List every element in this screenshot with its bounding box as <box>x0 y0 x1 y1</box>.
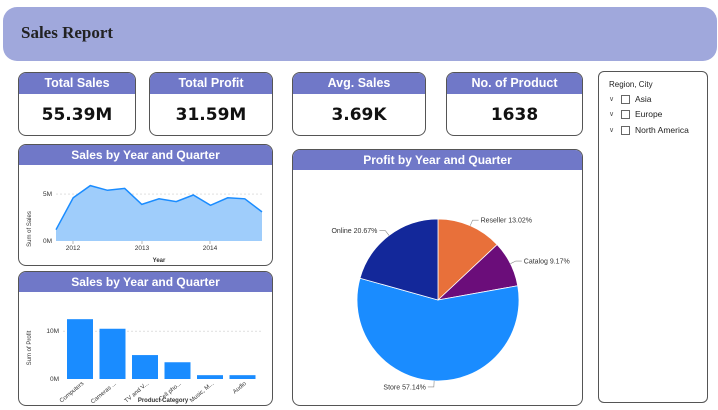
category-bar-chart-panel: Sales by Year and Quarter 0M 10M Computer… <box>18 271 273 406</box>
kpi-avg-sales: Avg. Sales 3.69K <box>292 72 426 136</box>
slicer-item-asia[interactable]: ∨ Asia <box>609 94 652 104</box>
x-tick-label: Music, M... <box>189 381 215 404</box>
x-tick-label: 2012 <box>66 245 81 252</box>
slicer-item-label: Asia <box>635 94 652 104</box>
kpi-value: 31.59M <box>175 105 247 125</box>
x-tick-label: Audio <box>232 381 248 396</box>
chart-title: Sales by Year and Quarter <box>19 145 272 165</box>
kpi-label: Total Sales <box>19 73 135 94</box>
bar[interactable] <box>229 375 256 379</box>
sales-area-chart: 0M 5M 2012 2013 2014 Sum of Sales Year <box>27 184 263 264</box>
chevron-down-icon[interactable]: ∨ <box>609 95 619 103</box>
kpi-value: 1638 <box>490 105 539 125</box>
slice-label: Store 57.14% <box>383 384 425 391</box>
slicer-item-europe[interactable]: ∨ Europe <box>609 109 662 119</box>
bar[interactable] <box>67 319 93 379</box>
slicer-item-label: Europe <box>635 109 663 119</box>
report-header: Sales Report <box>3 7 717 61</box>
y-tick-label: 0M <box>43 238 52 245</box>
x-tick-label: 2014 <box>203 245 218 252</box>
kpi-label: No. of Product <box>447 73 582 94</box>
slice-label: Reseller 13.02% <box>481 218 532 225</box>
checkbox[interactable] <box>621 109 630 119</box>
slice-label: Online 20.67% <box>331 228 377 235</box>
y-tick-label: 0M <box>50 376 59 383</box>
sales-area-chart-panel: Sales by Year and Quarter 0M 5M 2012 2013 2… <box>18 144 273 266</box>
category-bar-chart: 0M10M Computers Cameras ... TV and V... Cel… <box>27 319 261 405</box>
y-tick-label: 5M <box>43 191 52 198</box>
region-city-slicer[interactable]: Region, City ∨ Asia ∨ Europe ∨ North Ame… <box>598 71 708 403</box>
leader-line <box>379 230 390 236</box>
leader-line <box>427 380 435 388</box>
kpi-label: Avg. Sales <box>293 73 425 94</box>
bar[interactable] <box>164 362 191 379</box>
bar[interactable] <box>99 328 126 379</box>
x-axis-label: Product Category <box>138 398 189 404</box>
kpi-value: 3.69K <box>331 105 387 125</box>
chevron-down-icon[interactable]: ∨ <box>609 110 619 118</box>
slicer-title: Region, City <box>609 80 653 89</box>
profit-pie-chart-panel: Profit by Year and Quarter Reseller 13.0… <box>292 149 583 406</box>
kpi-label: Total Profit <box>150 73 272 94</box>
chart-title: Profit by Year and Quarter <box>293 150 582 170</box>
x-axis-label: Year <box>153 258 166 264</box>
checkbox[interactable] <box>621 125 630 135</box>
bar[interactable] <box>197 375 223 379</box>
bar[interactable] <box>132 355 158 379</box>
x-tick-label: Cameras ... <box>90 381 118 405</box>
profit-pie-chart: Reseller 13.02% Catalog 9.17% Store 57.14%… <box>331 218 570 392</box>
y-axis-label: Sum of Profit <box>27 330 33 365</box>
checkbox[interactable] <box>621 94 630 104</box>
chevron-down-icon[interactable]: ∨ <box>609 126 619 134</box>
slicer-item-north-america[interactable]: ∨ North America <box>609 125 689 135</box>
slice-label: Catalog 9.17% <box>524 259 570 266</box>
leader-line <box>469 219 479 226</box>
page-title: Sales Report <box>21 23 114 42</box>
x-tick-label: Computers <box>59 381 85 404</box>
slicer-item-label: North America <box>635 125 689 135</box>
y-axis-label: Sum of Sales <box>27 211 33 247</box>
kpi-value: 55.39M <box>41 105 113 125</box>
area-series-fill <box>56 185 262 241</box>
x-tick-label: 2013 <box>135 245 150 252</box>
leader-line <box>510 260 522 264</box>
chart-title: Sales by Year and Quarter <box>19 272 272 292</box>
kpi-total-profit: Total Profit 31.59M <box>149 72 273 136</box>
kpi-total-sales: Total Sales 55.39M <box>18 72 136 136</box>
y-tick-label: 10M <box>46 328 59 335</box>
kpi-no-of-product: No. of Product 1638 <box>446 72 583 136</box>
